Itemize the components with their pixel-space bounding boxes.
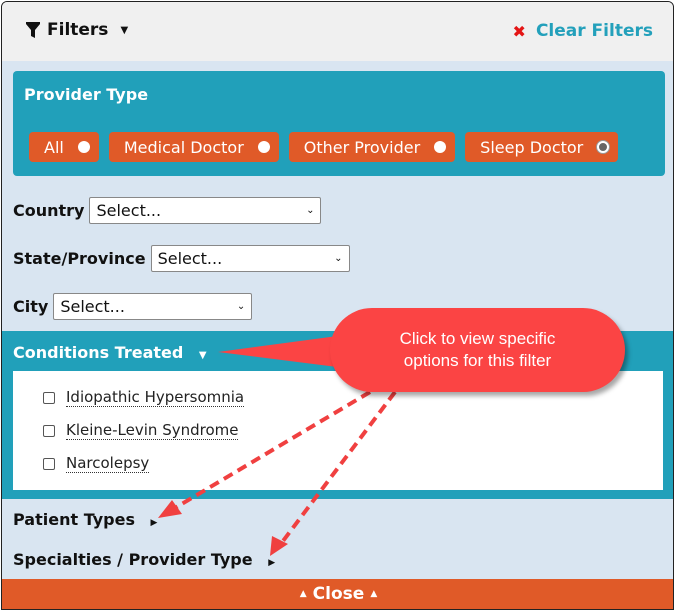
provider-type-section: Provider Type All Medical Doctor Other P… bbox=[13, 71, 665, 176]
provider-option-label: All bbox=[44, 137, 64, 157]
city-select-value: Select... bbox=[60, 297, 125, 316]
callout-line-1: Click to view specific bbox=[399, 329, 556, 348]
chevron-down-icon: ⌄ bbox=[306, 205, 315, 216]
state-select[interactable]: Select... ⌄ bbox=[150, 245, 350, 272]
city-label: City bbox=[13, 297, 49, 316]
city-select[interactable]: Select... ⌄ bbox=[53, 293, 253, 320]
filters-header: Filters ▼ ✖ Clear Filters bbox=[2, 2, 673, 61]
caret-down-icon: ▼ bbox=[198, 350, 207, 361]
country-select-value: Select... bbox=[96, 201, 162, 220]
state-label: State/Province bbox=[13, 249, 146, 268]
checkbox[interactable] bbox=[43, 424, 55, 437]
condition-option[interactable]: Idiopathic Hypersomnia bbox=[43, 388, 245, 407]
chevron-down-icon: ⌄ bbox=[236, 301, 246, 312]
chevron-down-icon: ⌄ bbox=[334, 253, 343, 264]
clear-filters-label: Clear Filters bbox=[535, 21, 653, 41]
close-label: Close bbox=[312, 584, 365, 604]
clear-filters-button[interactable]: ✖ Clear Filters bbox=[513, 21, 653, 41]
provider-option-label: Other Provider bbox=[303, 137, 421, 157]
callout-line-2: options for this filter bbox=[403, 351, 552, 370]
provider-option-sleep-doctor[interactable]: Sleep Doctor bbox=[465, 132, 619, 162]
state-field: State/Province Select... ⌄ bbox=[13, 245, 350, 272]
radio-icon[interactable] bbox=[434, 141, 447, 153]
country-select[interactable]: Select... ⌄ bbox=[89, 197, 322, 224]
filters-title-label: Filters bbox=[47, 20, 109, 40]
filters-panel: Filters ▼ ✖ Clear Filters Provider Type … bbox=[1, 1, 674, 610]
radio-icon[interactable] bbox=[77, 141, 90, 153]
provider-option-medical-doctor[interactable]: Medical Doctor bbox=[108, 132, 279, 162]
conditions-treated-toggle[interactable]: Conditions Treated ▼ bbox=[13, 343, 207, 362]
caret-right-icon: ▶ bbox=[268, 558, 276, 568]
x-icon: ✖ bbox=[512, 21, 526, 41]
patient-types-label: Patient Types bbox=[13, 510, 135, 529]
funnel-icon bbox=[26, 22, 40, 38]
provider-option-label: Medical Doctor bbox=[123, 137, 244, 157]
provider-option-other-provider[interactable]: Other Provider bbox=[288, 132, 456, 162]
condition-label[interactable]: Kleine-Levin Syndrome bbox=[66, 421, 239, 440]
caret-up-icon: ▲ bbox=[370, 589, 378, 599]
tooltip-callout: Click to view specific options for this … bbox=[330, 308, 625, 392]
checkbox[interactable] bbox=[43, 457, 55, 470]
close-button[interactable]: ▲ Close ▲ bbox=[2, 579, 673, 609]
condition-label[interactable]: Idiopathic Hypersomnia bbox=[66, 388, 245, 407]
conditions-title: Conditions Treated bbox=[13, 343, 184, 362]
provider-type-title: Provider Type bbox=[24, 85, 149, 104]
provider-option-all[interactable]: All bbox=[29, 132, 99, 162]
specialties-label: Specialties / Provider Type bbox=[13, 550, 253, 569]
radio-icon[interactable] bbox=[257, 141, 270, 153]
caret-up-icon: ▲ bbox=[299, 589, 307, 599]
radio-selected-icon[interactable] bbox=[597, 141, 610, 153]
provider-type-options: All Medical Doctor Other Provider Sleep … bbox=[29, 132, 619, 162]
checkbox[interactable] bbox=[43, 391, 55, 404]
caret-down-icon: ▼ bbox=[120, 24, 129, 36]
filters-toggle[interactable]: Filters ▼ bbox=[26, 20, 128, 40]
condition-option[interactable]: Narcolepsy bbox=[43, 454, 150, 473]
specialties-toggle[interactable]: Specialties / Provider Type ▶ bbox=[13, 550, 275, 569]
condition-option[interactable]: Kleine-Levin Syndrome bbox=[43, 421, 239, 440]
provider-option-label: Sleep Doctor bbox=[480, 137, 584, 157]
patient-types-toggle[interactable]: Patient Types ▶ bbox=[13, 510, 157, 529]
condition-label[interactable]: Narcolepsy bbox=[66, 454, 150, 473]
state-select-value: Select... bbox=[157, 249, 223, 268]
country-field: Country Select... ⌄ bbox=[13, 197, 322, 224]
country-label: Country bbox=[13, 201, 85, 220]
city-field: City Select... ⌄ bbox=[13, 293, 253, 320]
caret-right-icon: ▶ bbox=[150, 518, 158, 528]
